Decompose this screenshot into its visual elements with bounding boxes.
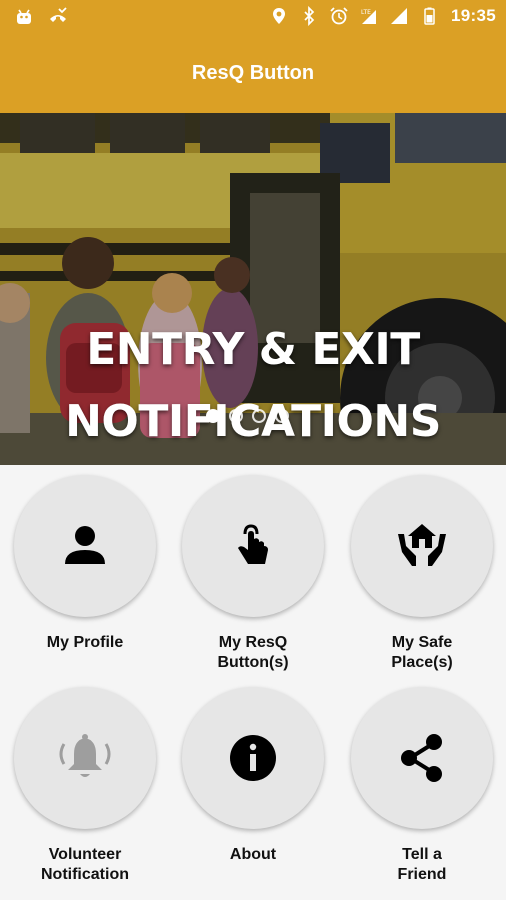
- my-profile-button[interactable]: [14, 475, 156, 617]
- about-tile[interactable]: About: [178, 687, 328, 887]
- tell-a-friend-tile[interactable]: Tell a Friend: [347, 687, 497, 887]
- carousel-dot-1[interactable]: [206, 409, 220, 423]
- app-title: ResQ Button: [191, 62, 315, 84]
- app-bar: ResQ Button: [0, 36, 506, 113]
- signal-icon: [391, 8, 408, 24]
- tell-a-friend-label: Tell a Friend: [397, 846, 447, 883]
- battery-icon: [424, 7, 435, 25]
- share-icon: [401, 734, 442, 782]
- volunteer-notification-tile[interactable]: Volunteer Notification: [10, 687, 160, 887]
- my-resq-buttons-button[interactable]: [182, 475, 324, 617]
- my-profile-tile[interactable]: My Profile: [10, 475, 160, 675]
- carousel-dot-2[interactable]: [229, 409, 243, 423]
- touch-icon: [238, 524, 268, 564]
- person-icon: [65, 526, 105, 564]
- volunteer-notification-label: Volunteer Notification: [41, 846, 129, 883]
- my-resq-buttons-tile[interactable]: My ResQ Button(s): [178, 475, 328, 675]
- alarm-icon: [330, 7, 348, 25]
- android-icon: [17, 9, 31, 24]
- volunteer-notification-button[interactable]: [14, 687, 156, 829]
- my-safe-places-button[interactable]: [351, 475, 493, 617]
- banner-carousel[interactable]: ENTRY & EXIT NOTIFICATIONS: [0, 113, 506, 465]
- carousel-dot-4[interactable]: [275, 409, 289, 423]
- bluetooth-icon: [304, 6, 315, 26]
- status-time: 19:35: [451, 6, 496, 25]
- svg-text:LTE: LTE: [361, 9, 371, 16]
- banner-headline-line1: ENTRY & EXIT: [86, 324, 420, 375]
- my-profile-label: My Profile: [46, 634, 124, 651]
- missed-call-icon: [50, 7, 67, 22]
- info-icon: [230, 735, 276, 781]
- carousel-indicator: [206, 409, 289, 423]
- tell-a-friend-button[interactable]: [351, 687, 493, 829]
- about-button[interactable]: [182, 687, 324, 829]
- my-resq-buttons-label: My ResQ Button(s): [217, 634, 289, 671]
- my-safe-places-tile[interactable]: My Safe Place(s): [347, 475, 497, 675]
- bell-icon: [59, 734, 111, 777]
- carousel-dot-3[interactable]: [252, 409, 266, 423]
- lte-signal-icon: LTE: [361, 9, 377, 24]
- home-hands-icon: [398, 524, 446, 566]
- about-label: About: [229, 846, 277, 863]
- my-safe-places-label: My Safe Place(s): [391, 634, 453, 671]
- status-bar: LTE 19:35: [0, 0, 506, 36]
- location-icon: [273, 8, 286, 24]
